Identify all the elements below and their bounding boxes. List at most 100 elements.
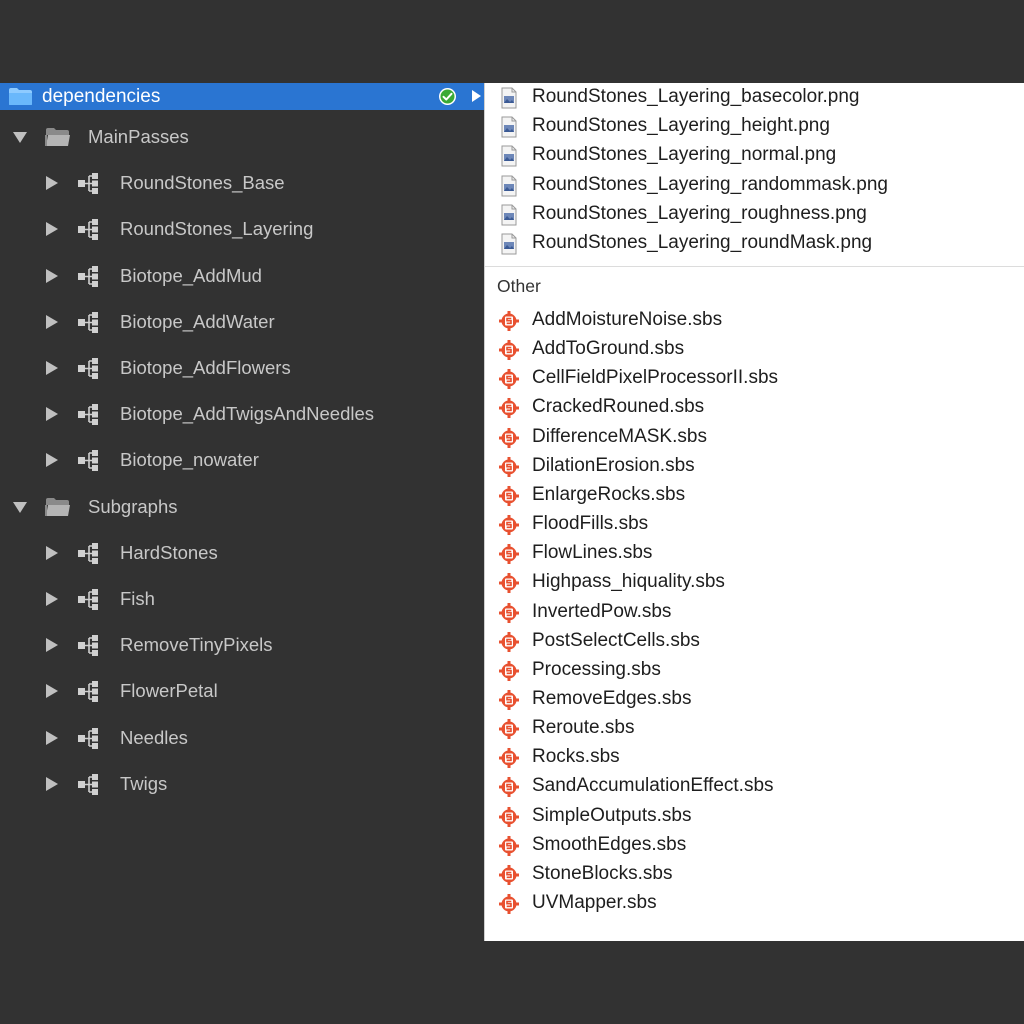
chevron-right-icon[interactable] xyxy=(43,637,59,653)
image-file-icon xyxy=(501,116,517,138)
sbs-file-item[interactable]: EnlargeRocks.sbs xyxy=(485,481,1024,510)
tree-item[interactable]: RemoveTinyPixels xyxy=(0,630,484,660)
folder-open-icon xyxy=(45,128,70,146)
chevron-right-icon[interactable] xyxy=(43,683,59,699)
chevron-right-icon[interactable] xyxy=(43,221,59,237)
tree-item[interactable]: Biotope_AddFlowers xyxy=(0,353,484,383)
sbs-file-item[interactable]: Highpass_hiquality.sbs xyxy=(485,568,1024,597)
sbs-file-icon xyxy=(499,806,519,827)
chevron-right-icon[interactable] xyxy=(43,730,59,746)
sbs-file-item[interactable]: StoneBlocks.sbs xyxy=(485,860,1024,889)
sbs-file-icon xyxy=(499,602,519,623)
tree-item-label: dependencies xyxy=(42,86,161,107)
tree-item[interactable]: Biotope_AddWater xyxy=(0,307,484,337)
sbs-file-icon xyxy=(499,660,519,681)
sbs-file-icon xyxy=(499,456,519,477)
chevron-right-icon[interactable] xyxy=(43,314,59,330)
tree-item[interactable]: Biotope_nowater xyxy=(0,445,484,475)
tree-item-label: RoundStones_Base xyxy=(120,172,285,194)
sbs-file-item[interactable]: Rocks.sbs xyxy=(485,743,1024,772)
expand-arrow-icon[interactable] xyxy=(470,89,482,103)
sbs-file-icon xyxy=(499,369,519,390)
sbs-file-item[interactable]: CrackedRouned.sbs xyxy=(485,393,1024,422)
tree-item[interactable]: FlowerPetal xyxy=(0,676,484,706)
sbs-file-item[interactable]: CellFieldPixelProcessorII.sbs xyxy=(485,364,1024,393)
image-file-icon xyxy=(501,175,517,197)
tree-item-dependencies[interactable]: dependencies xyxy=(0,83,484,110)
tree-item[interactable]: Biotope_AddTwigsAndNeedles xyxy=(0,399,484,429)
sbs-file-item[interactable]: SmoothEdges.sbs xyxy=(485,831,1024,860)
sbs-file-item[interactable]: AddMoistureNoise.sbs xyxy=(485,306,1024,335)
file-name: AddMoistureNoise.sbs xyxy=(532,309,723,330)
chevron-right-icon[interactable] xyxy=(43,776,59,792)
section-header-other: Other xyxy=(497,276,541,296)
tree-item[interactable]: Biotope_AddMud xyxy=(0,261,484,291)
sbs-file-item[interactable]: SimpleOutputs.sbs xyxy=(485,802,1024,831)
tree-folder[interactable]: Subgraphs xyxy=(0,492,484,522)
image-file-icon xyxy=(501,87,517,109)
image-file-item[interactable]: RoundStones_Layering_basecolor.png xyxy=(485,83,1024,112)
sbs-file-item[interactable]: FlowLines.sbs xyxy=(485,539,1024,568)
sbs-file-item[interactable]: SandAccumulationEffect.sbs xyxy=(485,772,1024,801)
file-name: RoundStones_Layering_roughness.png xyxy=(532,202,867,224)
sbs-file-icon xyxy=(499,835,519,856)
file-name: FlowLines.sbs xyxy=(532,542,653,564)
tree-item[interactable]: Twigs xyxy=(0,769,484,799)
sbs-file-item[interactable]: InvertedPow.sbs xyxy=(485,598,1024,627)
chevron-right-icon[interactable] xyxy=(43,591,59,607)
sbs-file-icon xyxy=(499,485,519,506)
tree-item[interactable]: Fish xyxy=(0,584,484,614)
chevron-right-icon[interactable] xyxy=(43,175,59,191)
chevron-right-icon[interactable] xyxy=(43,452,59,468)
file-name: RoundStones_Layering_roundMask.png xyxy=(532,232,873,253)
tree-item-label: Biotope_AddFlowers xyxy=(120,357,291,378)
file-name: InvertedPow.sbs xyxy=(532,600,672,622)
tree-item-label: RemoveTinyPixels xyxy=(120,634,273,656)
graph-icon xyxy=(78,219,98,241)
chevron-right-icon[interactable] xyxy=(43,406,59,422)
tree-item[interactable]: Needles xyxy=(0,723,484,753)
chevron-right-icon[interactable] xyxy=(43,268,59,284)
sbs-file-item[interactable]: DilationErosion.sbs xyxy=(485,452,1024,481)
sbs-file-item[interactable]: AddToGround.sbs xyxy=(485,335,1024,364)
file-name: DifferenceMASK.sbs xyxy=(532,425,707,447)
image-file-item[interactable]: RoundStones_Layering_height.png xyxy=(485,112,1024,141)
tree-folder[interactable]: MainPasses xyxy=(0,122,484,152)
tree-item-label: Needles xyxy=(120,726,188,748)
image-file-item[interactable]: RoundStones_Layering_normal.png xyxy=(485,141,1024,170)
image-file-item[interactable]: RoundStones_Layering_roundMask.png xyxy=(485,229,1024,258)
file-name: DilationErosion.sbs xyxy=(532,454,695,476)
sbs-file-item[interactable]: UVMapper.sbs xyxy=(485,889,1024,918)
sbs-file-item[interactable]: RemoveEdges.sbs xyxy=(485,685,1024,714)
tree-item[interactable]: HardStones xyxy=(0,538,484,568)
tree-item[interactable]: RoundStones_Base xyxy=(0,168,484,198)
chevron-down-icon[interactable] xyxy=(12,499,28,515)
graph-icon xyxy=(78,173,98,195)
chevron-down-icon[interactable] xyxy=(12,129,28,145)
sbs-file-item[interactable]: Reroute.sbs xyxy=(485,714,1024,743)
folder-open-icon xyxy=(45,497,70,516)
tree-item[interactable]: RoundStones_Layering xyxy=(0,214,484,244)
sbs-file-icon xyxy=(499,544,519,565)
chevron-right-icon[interactable] xyxy=(43,545,59,561)
image-file-item[interactable]: RoundStones_Layering_randommask.png xyxy=(485,171,1024,200)
file-name: RoundStones_Layering_basecolor.png xyxy=(532,86,860,107)
file-name: Reroute.sbs xyxy=(532,717,635,739)
tree-item-label: Biotope_AddMud xyxy=(120,264,262,286)
sbs-file-icon xyxy=(499,340,519,361)
chevron-right-icon[interactable] xyxy=(43,360,59,376)
file-name: SandAccumulationEffect.sbs xyxy=(532,775,774,797)
dependencies-popup: RoundStones_Layering_basecolor.png RoundS… xyxy=(484,83,1024,941)
sbs-file-item[interactable]: Processing.sbs xyxy=(485,656,1024,685)
sbs-file-item[interactable]: DifferenceMASK.sbs xyxy=(485,423,1024,452)
file-name: FloodFills.sbs xyxy=(532,513,649,535)
image-file-icon xyxy=(501,204,517,226)
sbs-file-item[interactable]: PostSelectCells.sbs xyxy=(485,627,1024,656)
folder-icon xyxy=(9,88,32,105)
file-name: CellFieldPixelProcessorII.sbs xyxy=(532,367,779,389)
sbs-file-item[interactable]: FloodFills.sbs xyxy=(485,510,1024,539)
sbs-file-icon xyxy=(499,689,519,710)
graph-icon xyxy=(78,358,98,379)
image-file-item[interactable]: RoundStones_Layering_roughness.png xyxy=(485,200,1024,229)
file-name: RemoveEdges.sbs xyxy=(532,687,692,709)
